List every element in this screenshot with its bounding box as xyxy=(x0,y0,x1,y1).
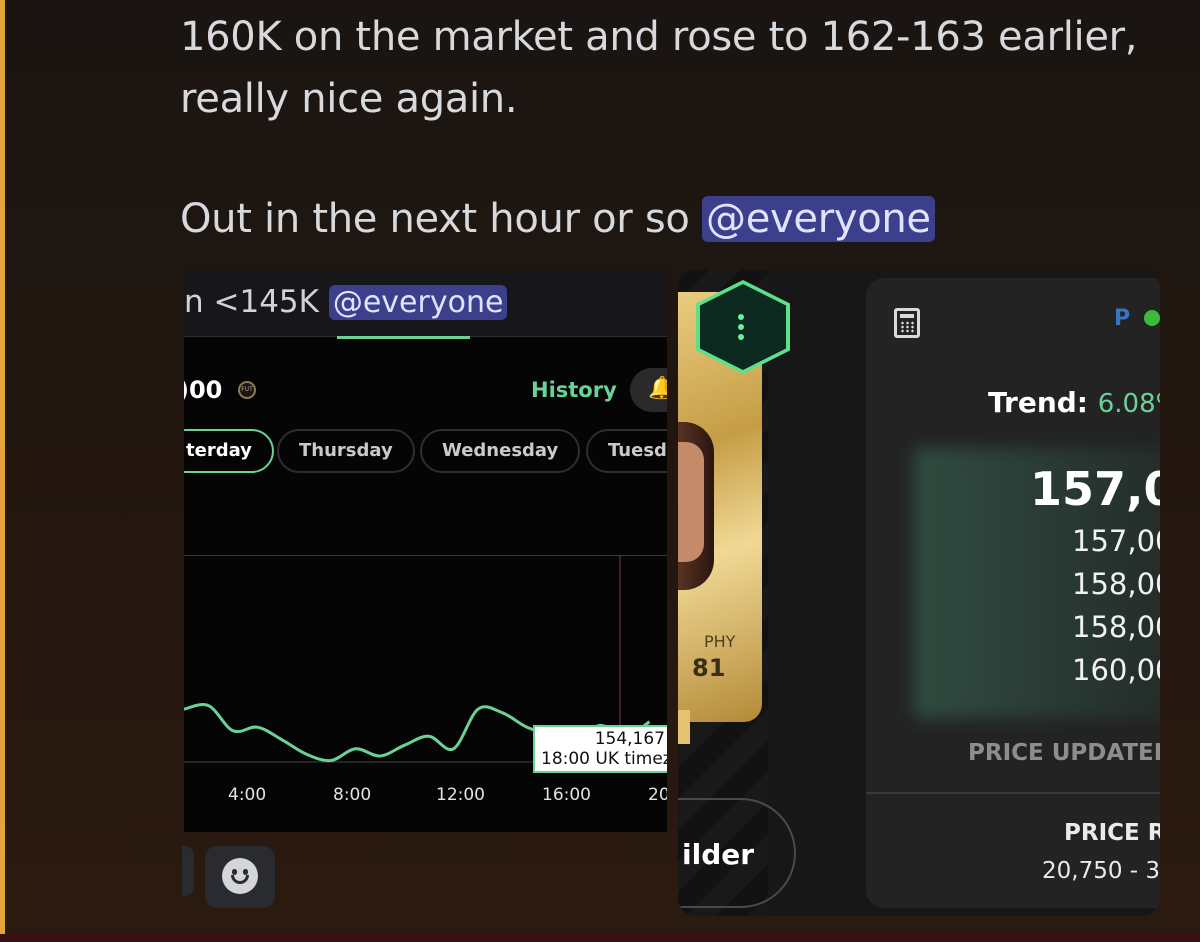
main-price: 157,0 xyxy=(1030,462,1160,516)
coin-icon: FUT xyxy=(238,381,256,399)
more-dots-icon[interactable] xyxy=(738,314,744,342)
x-tick: 20 xyxy=(648,785,667,805)
price-value-partial: )00 xyxy=(184,376,223,404)
price-history-attachment[interactable]: n <145K @everyone )00 FUT History 🔔 terd… xyxy=(184,270,667,832)
x-tick: 8:00 xyxy=(333,785,372,805)
squad-builder-label: ilder xyxy=(682,838,755,871)
day-pill-yesterday[interactable]: terday xyxy=(184,429,274,473)
tab-underline xyxy=(337,336,470,339)
price-alert-button[interactable]: 🔔 xyxy=(630,368,667,412)
bottom-border xyxy=(0,934,1200,942)
price-range-value: 20,750 - 3 xyxy=(1042,858,1160,884)
price-panel: P Trend: 6.08% 157,0 157,00 158,00 158,0… xyxy=(866,278,1160,908)
add-reaction-button[interactable] xyxy=(205,846,275,908)
bell-icon: 🔔 xyxy=(648,376,667,401)
tooltip-time: 18:00 UK timez xyxy=(541,749,667,769)
price-range-label: PRICE R. xyxy=(1064,820,1160,846)
playstation-icon[interactable]: P xyxy=(1114,306,1130,331)
everyone-mention[interactable]: @everyone xyxy=(702,196,935,242)
x-tick: 12:00 xyxy=(436,785,485,805)
xbox-icon[interactable] xyxy=(1144,310,1160,326)
listed-price: 160,00 xyxy=(1072,653,1160,687)
snippet-everyone-mention[interactable]: @everyone xyxy=(328,285,508,320)
message-highlight-bar xyxy=(0,0,5,942)
attachment-top-bar: n <145K @everyone xyxy=(184,270,667,336)
snippet-prefix: n <145K xyxy=(184,284,329,320)
panel-divider xyxy=(866,792,1160,794)
message-line-3: Out in the next hour or so @everyone xyxy=(180,196,935,242)
reaction-button-partial[interactable] xyxy=(182,846,194,896)
message-line-2: really nice again. xyxy=(180,76,518,122)
listed-price: 157,00 xyxy=(1072,524,1160,558)
player-price-attachment[interactable]: PHY 81 ilder P Trend: 6.08% 157,0 157,00… xyxy=(678,270,1160,916)
listed-price: 158,00 xyxy=(1072,567,1160,601)
message-line-3-text: Out in the next hour or so xyxy=(180,196,702,242)
listed-price: 158,00 xyxy=(1072,610,1160,644)
stat-value-phy: 81 xyxy=(692,654,726,682)
stat-label-phy: PHY xyxy=(704,632,736,651)
snippet-text: n <145K @everyone xyxy=(184,284,508,320)
trend-label: Trend: xyxy=(988,386,1088,419)
smiley-icon xyxy=(222,858,258,894)
tooltip-value: 154,167 xyxy=(594,729,665,749)
day-pill-thursday[interactable]: Thursday xyxy=(277,429,415,473)
day-pill-wednesday[interactable]: Wednesday xyxy=(420,429,581,473)
day-pill-tuesday[interactable]: Tuesda xyxy=(586,429,667,473)
trend-line: Trend: 6.08% xyxy=(988,386,1160,419)
history-tab[interactable]: History xyxy=(531,378,617,402)
player-face xyxy=(678,442,704,562)
card-side-tab xyxy=(678,710,690,744)
x-tick: 4:00 xyxy=(228,785,267,805)
chart-tooltip: 154,167 18:00 UK timez xyxy=(533,725,667,773)
message-line-1: 160K on the market and rose to 162-163 e… xyxy=(180,14,1138,60)
price-updated-label: PRICE UPDATED xyxy=(968,740,1160,766)
x-tick: 16:00 xyxy=(542,785,591,805)
trend-value: 6.08% xyxy=(1097,389,1160,419)
calculator-icon[interactable] xyxy=(894,308,920,338)
